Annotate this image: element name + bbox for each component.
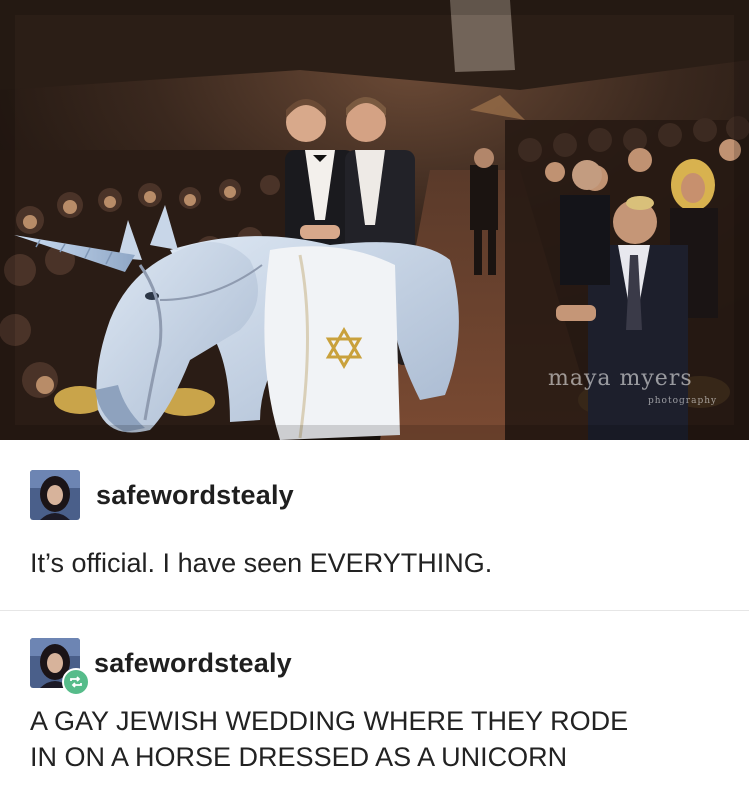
post-header: safewordstealy	[30, 638, 292, 696]
post-body: It’s official. I have seen EVERYTHING.	[30, 548, 493, 578]
reblog-icon	[62, 668, 90, 696]
watermark-sub: photography	[648, 396, 718, 406]
watermark-main: maya myers	[548, 366, 693, 391]
username[interactable]: safewordstealy	[94, 648, 292, 679]
post-header: safewordstealy	[30, 470, 294, 520]
post-original: safewordstealy It’s official. I have see…	[0, 440, 749, 611]
wedding-photo: maya myers photography	[0, 0, 749, 440]
user-avatar-icon[interactable]	[30, 638, 90, 696]
post-body-line-2: IN ON A HORSE DRESSED AS A UNICORN	[30, 742, 568, 772]
post-body: A GAY JEWISH WEDDING WHERE THEY RODE IN …	[30, 703, 730, 775]
user-avatar-icon[interactable]	[30, 470, 80, 520]
post-reblog: safewordstealy A GAY JEWISH WEDDING WHER…	[0, 611, 749, 810]
post-body-line-1: A GAY JEWISH WEDDING WHERE THEY RODE	[30, 706, 629, 736]
username[interactable]: safewordstealy	[96, 480, 294, 511]
photo-watermark: maya myers photography	[548, 366, 716, 406]
